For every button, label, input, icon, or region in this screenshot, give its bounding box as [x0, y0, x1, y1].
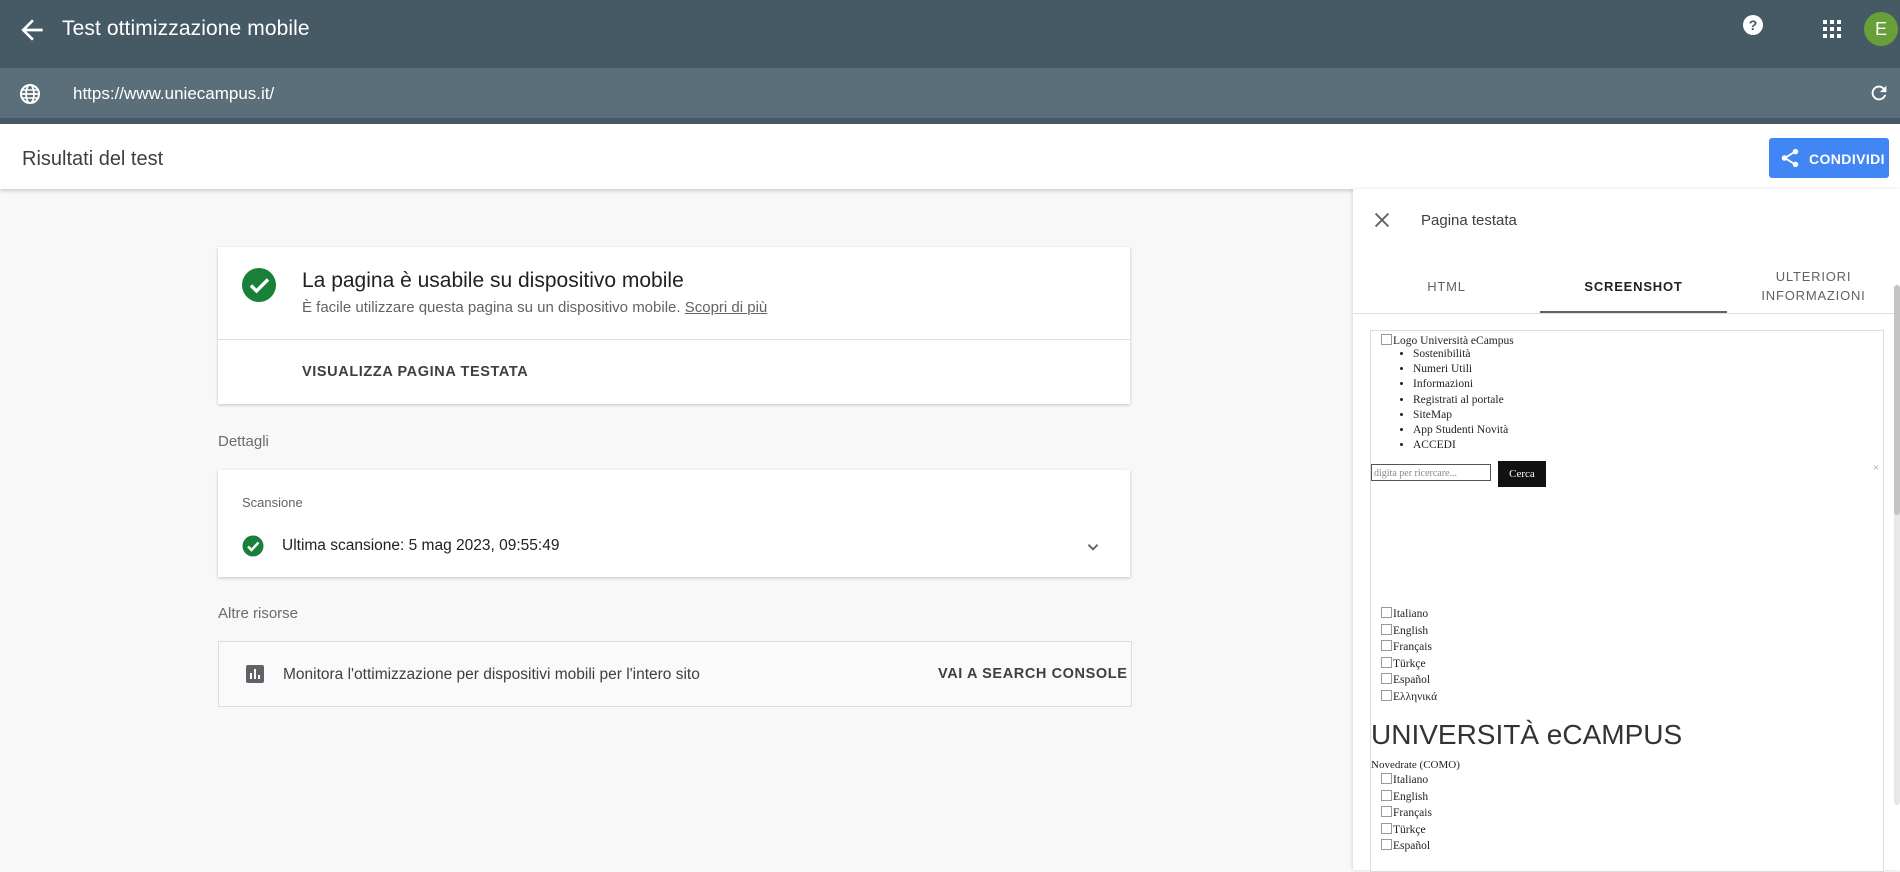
learn-more-link[interactable]: Scopri di più — [685, 299, 768, 316]
tab-html[interactable]: HTML — [1353, 259, 1540, 313]
language-item: Italiano — [1381, 772, 1432, 789]
close-mark-icon: × — [1873, 462, 1880, 474]
tab-screenshot[interactable]: SCREENSHOT — [1540, 259, 1727, 313]
scan-card[interactable]: Scansione Ultima scansione: 5 mag 2023, … — [218, 470, 1130, 577]
site-menu-list: SostenibilitàNumeri UtiliInformazioniReg… — [1371, 347, 1508, 453]
back-arrow-icon[interactable] — [16, 14, 48, 46]
reload-icon[interactable] — [1868, 82, 1890, 104]
last-scan-text: Ultima scansione: 5 mag 2023, 09:55:49 — [282, 537, 560, 554]
site-search-button: Cerca — [1498, 461, 1546, 487]
account-avatar[interactable]: E — [1864, 12, 1898, 46]
language-item: Français — [1381, 639, 1437, 656]
language-list: Italiano English Français Türkçe Español Ελλη… — [1381, 606, 1437, 705]
url-field[interactable]: https://www.uniecampus.it/ — [0, 68, 1900, 118]
language-item: Ελληνικά — [1381, 689, 1437, 706]
site-menu-item: Sostenibilità — [1413, 347, 1508, 362]
details-section-label: Dettagli — [218, 433, 269, 450]
svg-text:?: ? — [1749, 17, 1758, 33]
logo-broken-image: Logo Università eCampus — [1381, 334, 1514, 347]
search-console-resource: Monitora l'ottimizzazione per dispositiv… — [218, 641, 1132, 707]
result-heading: La pagina è usabile su dispositivo mobil… — [302, 269, 684, 292]
results-title: Risultati del test — [22, 148, 164, 170]
language-list: Italiano English Français Türkçe Español — [1381, 772, 1432, 855]
language-item: Türkçe — [1381, 822, 1432, 839]
result-description: È facile utilizzare questa pagina su un … — [302, 299, 681, 316]
language-item: English — [1381, 623, 1437, 640]
panel-title: Pagina testata — [1421, 212, 1517, 229]
bar-chart-icon — [246, 665, 264, 683]
site-menu-item: App Studenti Novità — [1413, 423, 1508, 438]
url-text[interactable]: https://www.uniecampus.it/ — [73, 84, 274, 104]
tab-more-info[interactable]: ULTERIORI INFORMAZIONI — [1727, 259, 1900, 313]
language-item: Français — [1381, 805, 1432, 822]
language-item: English — [1381, 789, 1432, 806]
results-header: Risultati del test CONDIVIDI — [0, 124, 1900, 189]
globe-icon — [20, 84, 40, 104]
site-location: Novedrate (COMO) — [1371, 759, 1460, 771]
mobile-usable-card: La pagina è usabile su dispositivo mobil… — [218, 247, 1130, 404]
check-circle-icon — [242, 535, 264, 557]
language-item: Español — [1381, 672, 1437, 689]
tested-page-panel: Pagina testata HTML SCREENSHOT ULTERIORI… — [1353, 189, 1900, 872]
share-label: CONDIVIDI — [1809, 151, 1885, 167]
resource-text: Monitora l'ottimizzazione per dispositiv… — [283, 666, 700, 683]
check-circle-icon — [242, 268, 276, 302]
app-bar: Test ottimizzazione mobile ? E — [0, 0, 1900, 60]
scan-label: Scansione — [242, 495, 303, 510]
site-menu-item: Informazioni — [1413, 377, 1508, 392]
page-screenshot: Logo Università eCampus SostenibilitàNum… — [1370, 330, 1884, 872]
share-icon — [1781, 148, 1799, 168]
view-tested-page-button[interactable]: VISUALIZZA PAGINA TESTATA — [302, 364, 528, 380]
site-title: UNIVERSITÀ eCAMPUS — [1371, 719, 1683, 750]
result-subtext: È facile utilizzare questa pagina su un … — [302, 299, 767, 316]
share-button[interactable]: CONDIVIDI — [1769, 138, 1889, 178]
panel-scrollbar[interactable] — [1894, 285, 1900, 805]
site-menu-item: SiteMap — [1413, 408, 1508, 423]
language-item: Türkçe — [1381, 656, 1437, 673]
divider — [218, 339, 1130, 340]
site-menu-item: Registrati al portale — [1413, 393, 1508, 408]
url-bar: https://www.uniecampus.it/ — [0, 60, 1900, 124]
resources-section-label: Altre risorse — [218, 605, 299, 622]
apps-grid-icon[interactable] — [1820, 17, 1844, 41]
language-item: Español — [1381, 838, 1432, 855]
close-icon[interactable] — [1371, 209, 1393, 231]
app-title: Test ottimizzazione mobile — [62, 17, 310, 40]
help-icon[interactable]: ? — [1741, 13, 1765, 37]
language-item: Italiano — [1381, 606, 1437, 623]
site-search-input: digita per ricercare... — [1371, 464, 1491, 481]
search-console-link[interactable]: VAI A SEARCH CONSOLE — [938, 666, 1128, 682]
site-menu-item: ACCEDI — [1413, 438, 1508, 453]
site-menu-item: Numeri Utili — [1413, 362, 1508, 377]
panel-tabs: HTML SCREENSHOT ULTERIORI INFORMAZIONI — [1353, 259, 1900, 314]
chevron-down-icon[interactable] — [1082, 536, 1104, 558]
